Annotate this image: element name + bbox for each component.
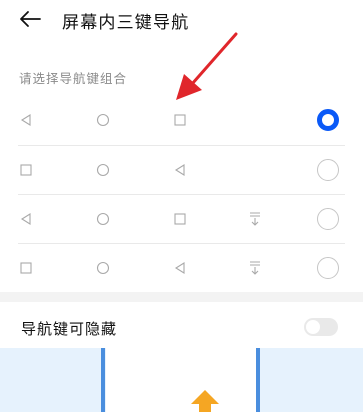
home-icon bbox=[96, 261, 110, 275]
up-arrow-icon bbox=[191, 390, 219, 412]
notification-pulldown-icon bbox=[250, 212, 260, 226]
hide-nav-label: 导航键可隐藏 bbox=[21, 320, 118, 338]
option-radio[interactable] bbox=[317, 159, 339, 181]
back-icon bbox=[20, 213, 31, 225]
hide-nav-toggle[interactable] bbox=[304, 318, 338, 336]
notification-pulldown-icon bbox=[250, 261, 260, 275]
nav-preview bbox=[0, 348, 363, 412]
preview-phone-screen bbox=[106, 348, 256, 412]
nav-option-row[interactable] bbox=[0, 194, 363, 244]
home-icon bbox=[96, 163, 110, 177]
recent-icon bbox=[20, 262, 32, 274]
home-icon bbox=[96, 113, 110, 127]
option-radio[interactable] bbox=[317, 257, 339, 279]
section-label: 请选择导航键组合 bbox=[19, 71, 128, 86]
home-icon bbox=[96, 212, 110, 226]
recent-icon bbox=[20, 164, 32, 176]
back-icon bbox=[20, 114, 31, 126]
back-icon bbox=[174, 164, 185, 176]
preview-frame-right bbox=[256, 348, 260, 412]
annotation-arrow-icon bbox=[176, 32, 238, 100]
preview-frame-left bbox=[101, 348, 105, 412]
recent-icon bbox=[174, 213, 186, 225]
nav-option-row[interactable] bbox=[0, 243, 363, 293]
back-arrow-icon[interactable] bbox=[18, 10, 42, 28]
nav-option-row[interactable] bbox=[0, 145, 363, 195]
option-radio[interactable] bbox=[317, 109, 339, 131]
option-radio[interactable] bbox=[317, 208, 339, 230]
recent-icon bbox=[174, 114, 186, 126]
back-icon bbox=[174, 262, 185, 274]
section-gap bbox=[0, 292, 363, 302]
toggle-knob bbox=[306, 320, 320, 334]
